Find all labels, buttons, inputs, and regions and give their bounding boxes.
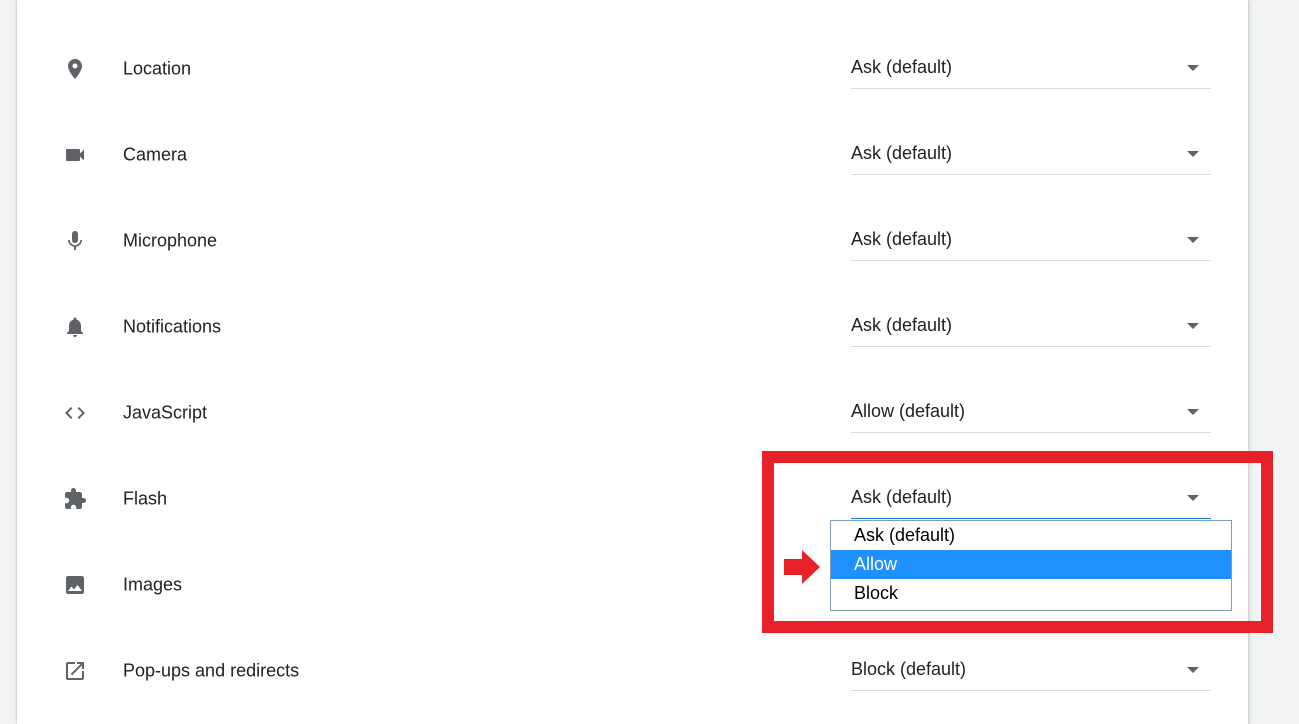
- microphone-icon: [63, 229, 87, 253]
- location-select[interactable]: Ask (default): [851, 49, 1211, 89]
- dropdown-option-block[interactable]: Block: [831, 579, 1231, 608]
- setting-label: JavaScript: [123, 402, 208, 423]
- setting-row-javascript: JavaScript Allow (default): [17, 370, 1248, 456]
- bell-icon: [63, 315, 87, 339]
- select-underline: [851, 88, 1211, 89]
- dropdown-option-allow[interactable]: Allow: [831, 550, 1231, 579]
- setting-label: Flash: [123, 488, 168, 509]
- dropdown-arrow-icon: [1187, 65, 1199, 71]
- open-in-new-icon: [63, 659, 87, 683]
- dropdown-arrow-icon: [1187, 495, 1199, 501]
- dropdown-arrow-icon: [1187, 409, 1199, 415]
- select-value: Block (default): [851, 659, 967, 679]
- select-value: Ask (default): [851, 57, 953, 77]
- image-icon: [63, 573, 87, 597]
- camera-select[interactable]: Ask (default): [851, 135, 1211, 175]
- select-underline: [851, 346, 1211, 347]
- setting-label: Pop-ups and redirects: [123, 660, 300, 681]
- code-brackets-icon: [63, 401, 87, 425]
- select-underline: [851, 518, 1211, 519]
- dropdown-arrow-icon: [1187, 151, 1199, 157]
- camera-icon: [63, 143, 87, 167]
- dropdown-arrow-icon: [1187, 667, 1199, 673]
- select-value: Ask (default): [851, 487, 953, 507]
- setting-label: Camera: [123, 144, 188, 165]
- flash-dropdown-list: Ask (default) Allow Block: [830, 520, 1232, 611]
- location-pin-icon: [63, 57, 87, 81]
- site-settings-card: Location Ask (default) Camera Ask (defau…: [17, 0, 1248, 724]
- setting-label: Images: [123, 574, 183, 595]
- select-underline: [851, 690, 1211, 691]
- select-underline: [851, 432, 1211, 433]
- select-value: Ask (default): [851, 229, 953, 249]
- puzzle-icon: [63, 487, 87, 511]
- select-value: Allow (default): [851, 401, 966, 421]
- setting-row-popups: Pop-ups and redirects Block (default): [17, 628, 1248, 714]
- select-value: Ask (default): [851, 315, 953, 335]
- popups-select[interactable]: Block (default): [851, 651, 1211, 691]
- notifications-select[interactable]: Ask (default): [851, 307, 1211, 347]
- setting-row-camera: Camera Ask (default): [17, 112, 1248, 198]
- select-value: Ask (default): [851, 143, 953, 163]
- select-underline: [851, 260, 1211, 261]
- flash-select[interactable]: Ask (default): [851, 479, 1211, 519]
- red-arrow-icon: [784, 550, 820, 584]
- setting-label: Notifications: [123, 316, 222, 337]
- select-underline: [851, 174, 1211, 175]
- javascript-select[interactable]: Allow (default): [851, 393, 1211, 433]
- setting-row-microphone: Microphone Ask (default): [17, 198, 1248, 284]
- dropdown-arrow-icon: [1187, 237, 1199, 243]
- setting-row-notifications: Notifications Ask (default): [17, 284, 1248, 370]
- setting-row-location: Location Ask (default): [17, 26, 1248, 112]
- setting-label: Microphone: [123, 230, 218, 251]
- dropdown-option-ask[interactable]: Ask (default): [831, 521, 1231, 550]
- setting-label: Location: [123, 58, 192, 79]
- dropdown-arrow-icon: [1187, 323, 1199, 329]
- microphone-select[interactable]: Ask (default): [851, 221, 1211, 261]
